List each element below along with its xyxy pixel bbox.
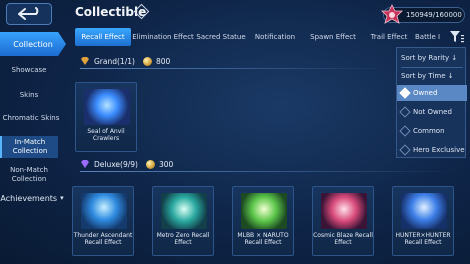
collection-card[interactable]: Thunder Ascendant Recall Effect xyxy=(72,186,134,256)
star-emblem-icon xyxy=(381,4,403,24)
section-name: Grand(1/1) xyxy=(94,56,135,66)
card-label: MLBB × NARUTO Recall Effect xyxy=(237,232,289,246)
section-header-grand: Grand(1/1) 800 xyxy=(80,54,170,68)
section-divider xyxy=(80,68,390,69)
tab-spawn-effect[interactable]: Spawn Effect xyxy=(303,28,363,46)
card-art xyxy=(84,89,130,125)
rarity-gem-icon xyxy=(81,160,89,168)
sidebar: Collection Showcase Skins Chromatic Skin… xyxy=(0,30,66,264)
card-art xyxy=(401,193,447,229)
sidebar-item-achievements[interactable]: Achievements ▾ xyxy=(0,194,64,203)
card-label: Cosmic Blaze Recall Effect xyxy=(313,232,373,246)
section-points: 300 xyxy=(158,159,174,169)
sidebar-item-showcase[interactable]: Showcase xyxy=(0,66,58,75)
filter-hero-exclusive-option[interactable]: Hero Exclusive xyxy=(397,142,467,158)
collection-card[interactable]: HUNTER×HUNTER Recall Effect xyxy=(392,186,454,256)
checkbox-icon xyxy=(399,144,411,156)
filter-dropdown: Sort by Rarity ↓ Sort by Time ↓ Owned No… xyxy=(396,47,467,158)
section-header-deluxe: Deluxe(9/9) 300 xyxy=(80,157,173,171)
card-art xyxy=(81,193,127,229)
card-label: Thunder Ascendant Recall Effect xyxy=(73,232,133,246)
card-label: Seal of Anvil Crawlers xyxy=(87,128,125,142)
option-label: Owned xyxy=(413,89,438,97)
category-tabs: Recall Effect Elimination Effect Sacred … xyxy=(75,28,450,46)
option-label: Hero Exclusive xyxy=(413,146,465,154)
rarity-gem-icon xyxy=(81,57,89,65)
currency-value: 150949/160000 xyxy=(406,11,462,19)
sidebar-item-skins[interactable]: Skins xyxy=(0,91,58,100)
points-coin-icon xyxy=(142,56,152,66)
sidebar-item-in-match-collection[interactable]: In-Match Collection xyxy=(0,136,58,158)
tab-recall-effect[interactable]: Recall Effect xyxy=(75,28,131,46)
option-label: Common xyxy=(413,127,445,135)
collection-card[interactable]: Cosmic Blaze Recall Effect xyxy=(312,186,374,256)
sort-by-rarity-option[interactable]: Sort by Rarity ↓ xyxy=(397,50,467,66)
sort-by-time-option[interactable]: Sort by Time ↓ xyxy=(397,68,467,84)
checkbox-icon xyxy=(399,87,411,99)
achievements-label: Achievements xyxy=(0,194,58,203)
checkbox-icon xyxy=(399,106,411,118)
points-coin-icon xyxy=(145,159,155,169)
card-art xyxy=(241,193,287,229)
card-label: HUNTER×HUNTER Recall Effect xyxy=(395,232,451,246)
section-divider xyxy=(80,171,460,172)
back-button[interactable] xyxy=(6,3,52,25)
collection-card[interactable]: MLBB × NARUTO Recall Effect xyxy=(232,186,294,256)
sidebar-item-non-match-collection[interactable]: Non-Match Collection xyxy=(0,166,58,184)
card-art xyxy=(321,193,367,229)
sidebar-item-chromatic-skins[interactable]: Chromatic Skins xyxy=(0,114,62,123)
sidebar-item-collection[interactable]: Collection xyxy=(0,32,66,56)
top-bar: Collectible ? 150949/160000 xyxy=(0,0,470,30)
help-glyph: ? xyxy=(139,7,144,16)
collection-card[interactable]: Metro Zero Recall Effect xyxy=(152,186,214,256)
tab-elimination-effect[interactable]: Elimination Effect xyxy=(131,28,195,46)
filter-common-option[interactable]: Common xyxy=(397,123,467,139)
tab-notification[interactable]: Notification xyxy=(247,28,303,46)
section-points: 800 xyxy=(155,56,171,66)
chevron-down-icon: ▾ xyxy=(60,194,64,202)
checkbox-icon xyxy=(399,125,411,137)
currency-display: 150949/160000 xyxy=(381,4,465,24)
filter-icon[interactable] xyxy=(449,30,465,44)
option-label: Not Owned xyxy=(413,108,452,116)
sidebar-main-label: Collection xyxy=(13,39,53,49)
tab-trail-effect[interactable]: Trail Effect xyxy=(363,28,415,46)
collection-card[interactable]: Seal of Anvil Crawlers xyxy=(75,82,137,152)
filter-not-owned-option[interactable]: Not Owned xyxy=(397,104,467,120)
tab-battle[interactable]: Battle I xyxy=(415,28,450,46)
card-art xyxy=(161,193,207,229)
back-arrow-icon xyxy=(18,7,39,20)
filter-owned-option[interactable]: Owned xyxy=(397,85,467,101)
tab-sacred-statue[interactable]: Sacred Statue xyxy=(195,28,247,46)
section-name: Deluxe(9/9) xyxy=(94,159,138,169)
card-label: Metro Zero Recall Effect xyxy=(156,232,210,246)
